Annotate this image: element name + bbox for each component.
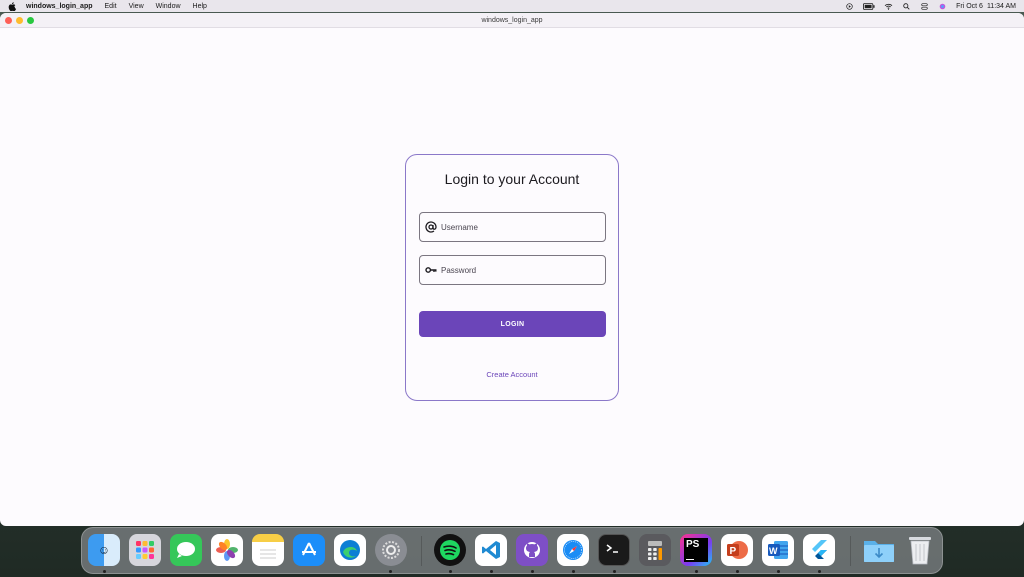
maximize-window-button[interactable]: [27, 17, 34, 24]
safari-icon[interactable]: [557, 534, 589, 566]
apple-icon[interactable]: [8, 1, 16, 11]
menu-help[interactable]: Help: [193, 3, 207, 10]
key-icon: [425, 267, 437, 273]
finder-icon[interactable]: ☺: [88, 534, 120, 566]
dock: ☺ PS P W: [81, 527, 943, 574]
dock-separator: [850, 536, 851, 566]
dock-running-indicator: [449, 570, 452, 573]
username-field[interactable]: [419, 212, 606, 242]
launchpad-icon[interactable]: [129, 534, 161, 566]
battery-icon[interactable]: [863, 2, 875, 10]
photos-icon[interactable]: [211, 534, 243, 566]
traffic-lights: [5, 17, 34, 24]
password-input[interactable]: [441, 265, 591, 275]
calculator-icon[interactable]: [639, 534, 671, 566]
menu-bar: windows_login_app Edit View Window Help …: [0, 0, 1024, 12]
control-center-icon[interactable]: [920, 2, 929, 10]
dock-running-indicator: [531, 570, 534, 573]
flutter-icon[interactable]: [803, 534, 835, 566]
menu-window[interactable]: Window: [156, 3, 181, 10]
github-desktop-icon[interactable]: [516, 534, 548, 566]
menu-date: Fri Oct 6: [956, 2, 983, 10]
dock-running-indicator: [572, 570, 575, 573]
dock-separator: [421, 536, 422, 566]
menu-time: 11:34 AM: [986, 2, 1016, 10]
menu-clock[interactable]: Fri Oct 6 11:34 AM: [956, 3, 1016, 10]
login-button[interactable]: LOGIN: [419, 311, 606, 337]
trash-icon[interactable]: [904, 534, 936, 566]
svg-text:W: W: [769, 546, 778, 556]
powerpoint-icon[interactable]: P: [721, 534, 753, 566]
dock-running-indicator: [490, 570, 493, 573]
menu-edit[interactable]: Edit: [105, 3, 117, 10]
password-field[interactable]: [419, 255, 606, 285]
dock-running-indicator: [695, 570, 698, 573]
login-card: Login to your Account LOGIN Create Accou…: [405, 154, 619, 401]
dock-running-indicator: [777, 570, 780, 573]
dock-running-indicator: [736, 570, 739, 573]
word-icon[interactable]: W: [762, 534, 794, 566]
notes-icon[interactable]: [252, 534, 284, 566]
dock-running-indicator: [818, 570, 821, 573]
dock-running-indicator: [613, 570, 616, 573]
dock-running-indicator: [389, 570, 392, 573]
terminal-icon[interactable]: [598, 534, 630, 566]
spotify-icon[interactable]: [434, 534, 466, 566]
close-window-button[interactable]: [5, 17, 12, 24]
username-input[interactable]: [441, 222, 591, 232]
dock-running-indicator: [103, 570, 106, 573]
app-store-icon[interactable]: [293, 534, 325, 566]
at-sign-icon: [425, 221, 437, 233]
vscode-icon[interactable]: [475, 534, 507, 566]
app-window: windows_login_app Login to your Account …: [0, 13, 1024, 526]
search-icon[interactable]: [902, 2, 911, 10]
minimize-window-button[interactable]: [16, 17, 23, 24]
messages-icon[interactable]: [170, 534, 202, 566]
downloads-folder-icon[interactable]: [863, 534, 895, 566]
edge-icon[interactable]: [334, 534, 366, 566]
play-circle-icon[interactable]: [845, 2, 854, 10]
svg-text:P: P: [730, 546, 737, 557]
menu-view[interactable]: View: [129, 3, 144, 10]
create-account-link[interactable]: Create Account: [406, 370, 618, 379]
window-title: windows_login_app: [481, 16, 543, 24]
menu-app-name[interactable]: windows_login_app: [26, 3, 93, 10]
phpstorm-icon[interactable]: PS: [680, 534, 712, 566]
login-title: Login to your Account: [444, 171, 580, 187]
window-titlebar[interactable]: windows_login_app: [0, 13, 1024, 28]
wifi-icon[interactable]: [884, 3, 893, 10]
system-settings-icon[interactable]: [375, 534, 407, 566]
siri-icon[interactable]: [938, 3, 947, 10]
